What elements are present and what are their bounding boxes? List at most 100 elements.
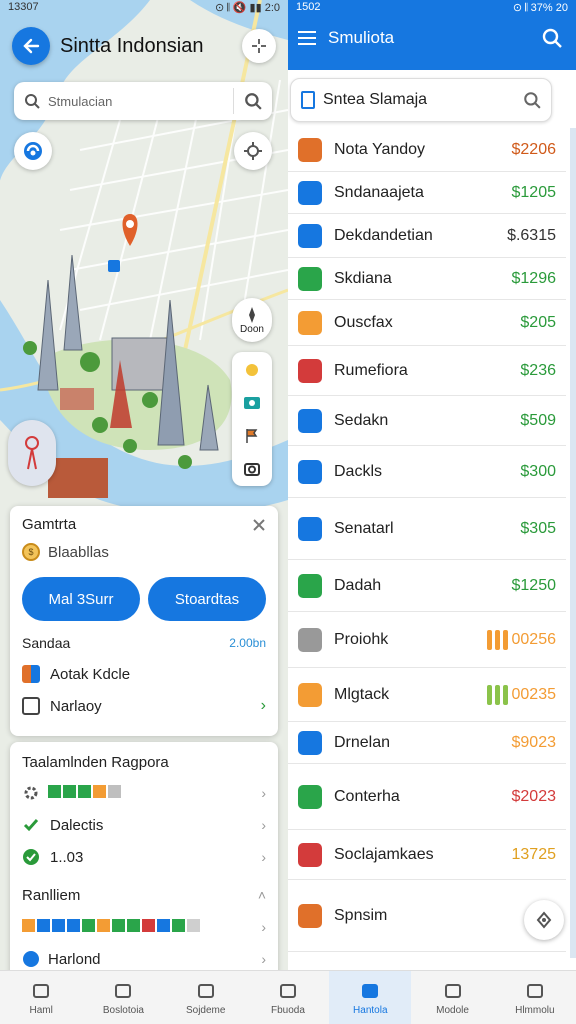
color-swatch [37, 918, 50, 932]
nav-item-hlmmolu[interactable]: Hlmmolu [494, 971, 576, 1024]
results-list: Nota Yandoy $2206 Sndanaajeta $1205 Dekdande… [288, 128, 566, 952]
place-section-header: Sandaa 2.00bn [22, 635, 266, 651]
list-item[interactable]: Nota Yandoy $2206 [288, 128, 566, 172]
scrollbar[interactable] [570, 128, 576, 958]
details-row[interactable]: Harlond › [22, 949, 266, 969]
level-bars [486, 684, 508, 705]
chevron-right-icon: › [261, 785, 266, 801]
level-bar [494, 684, 500, 705]
color-swatch [187, 918, 200, 932]
camera-icon[interactable] [242, 459, 262, 479]
secondary-action-button[interactable]: Stoardtas [148, 577, 266, 621]
list-item-value: $1250 [511, 576, 557, 594]
map-title: Sintta Indonsian [60, 34, 204, 57]
nav-item-label: Fbuoda [271, 1004, 305, 1016]
list-item[interactable]: Conterha $2023 [288, 764, 566, 830]
coin-icon: $ [22, 543, 40, 561]
color-swatch [172, 918, 185, 932]
nav-item-hantola[interactable]: Hantola [329, 971, 412, 1024]
status-icons: ⊙ 𝄃 37% 20 [512, 2, 568, 14]
place-actions: Mal 3Surr Stoardtas [22, 577, 266, 621]
sun-icon[interactable] [241, 359, 263, 381]
filter-icon [301, 91, 315, 109]
location-pin-icon [25, 436, 39, 470]
user-location-marker[interactable] [8, 420, 56, 486]
list-item[interactable]: Dekdandetian $.6315 [288, 214, 566, 258]
details-row[interactable]: Ranlliem ˄ [22, 885, 266, 905]
list-item[interactable]: Senatarl $305 [288, 498, 566, 560]
list-item[interactable]: Sedakn $509 [288, 396, 566, 446]
color-swatch [63, 784, 76, 798]
list-item[interactable]: Proiohk 00256 [288, 612, 566, 668]
card-icon [359, 980, 381, 1002]
compass-button[interactable]: Doon [232, 298, 272, 342]
send-icon [298, 459, 322, 484]
locate-fab[interactable] [524, 900, 564, 940]
place-card-header: Gamtrta [22, 516, 266, 533]
list-search-input[interactable]: Sntea Slamaja [290, 78, 552, 122]
layers-button[interactable] [14, 132, 52, 170]
close-icon[interactable] [252, 518, 266, 532]
list-search-value: Sntea Slamaja [323, 91, 428, 108]
primary-action-button[interactable]: Mal 3Surr [22, 577, 140, 621]
search-icon[interactable] [542, 28, 562, 48]
list-item-value: 13725 [511, 845, 557, 863]
chat-icon [298, 266, 322, 291]
person-icon [442, 980, 464, 1002]
home-icon [30, 980, 52, 1002]
nav-item-label: Sojdeme [185, 1004, 226, 1016]
list-item-value: $1296 [511, 269, 557, 287]
search-divider [233, 88, 234, 114]
details-row[interactable]: Dalectis › [22, 815, 266, 835]
search-icon[interactable] [244, 92, 262, 110]
list-item-label: Conterha [334, 787, 400, 805]
list-item-value: $2206 [511, 140, 557, 158]
photo-icon [112, 980, 134, 1002]
chevron-right-icon: › [261, 849, 266, 865]
status-bar: 1502 ⊙ 𝄃 37% 20 [288, 0, 576, 16]
place-item-label: Narlaoy [50, 697, 102, 715]
nav-item-haml[interactable]: Haml [0, 971, 82, 1024]
list-item-value: $1205 [511, 183, 557, 201]
crosshair-icon [252, 39, 266, 53]
list-item[interactable]: Skdiana $1296 [288, 258, 566, 300]
list-item-label: Skdiana [334, 269, 392, 287]
list-item[interactable]: Ouscfax $205 [288, 300, 566, 346]
nav-item-sojdeme[interactable]: Sojdeme [165, 971, 247, 1024]
list-icon [298, 310, 322, 335]
nav-item-fbuoda[interactable]: Fbuoda [247, 971, 329, 1024]
details-row[interactable]: › [22, 783, 266, 803]
list-item[interactable]: Mlgtack 00235 [288, 668, 566, 722]
list-item-label: Mlgtack [334, 685, 390, 703]
list-item[interactable]: Rumefiora $236 [288, 346, 566, 396]
back-button[interactable] [12, 27, 50, 65]
nav-item-label: Haml [29, 1004, 53, 1016]
details-row[interactable]: 1..03 › [22, 847, 266, 867]
details-row-label: 1..03 [50, 848, 84, 866]
details-row[interactable]: › [22, 917, 266, 937]
list-item[interactable]: Dackls $300 [288, 446, 566, 498]
list-item[interactable]: Soclajamkaes 13725 [288, 830, 566, 880]
list-item[interactable]: Sndanaajeta $1205 [288, 172, 566, 214]
search-icon[interactable] [523, 91, 541, 109]
arrow-left-icon [23, 38, 40, 54]
nav-item-label: Hlmmolu [515, 1004, 555, 1016]
flag-icon[interactable] [242, 426, 262, 446]
place-title: Gamtrta [22, 516, 77, 533]
map-search-bar[interactable]: Stmulacian [14, 82, 272, 120]
list-item[interactable]: Dadah $1250 [288, 560, 566, 612]
color-swatch [22, 918, 35, 932]
level-bars [486, 629, 508, 650]
place-item[interactable]: Aotak Kdcle [22, 665, 266, 683]
nav-item-boslotoia[interactable]: Boslotoia [82, 971, 164, 1024]
recenter-button[interactable] [242, 29, 276, 63]
list-item[interactable]: Drnelan $9023 [288, 722, 566, 764]
locate-button[interactable] [234, 132, 272, 170]
ball-icon [298, 842, 322, 867]
place-item[interactable]: Narlaoy › [22, 697, 266, 715]
menu-icon[interactable] [298, 31, 316, 45]
list-item-label: Spnsim [334, 906, 388, 924]
nav-item-modole[interactable]: Modole [411, 971, 493, 1024]
photo-icon[interactable] [242, 394, 262, 412]
map-search-placeholder: Stmulacian [48, 93, 113, 109]
